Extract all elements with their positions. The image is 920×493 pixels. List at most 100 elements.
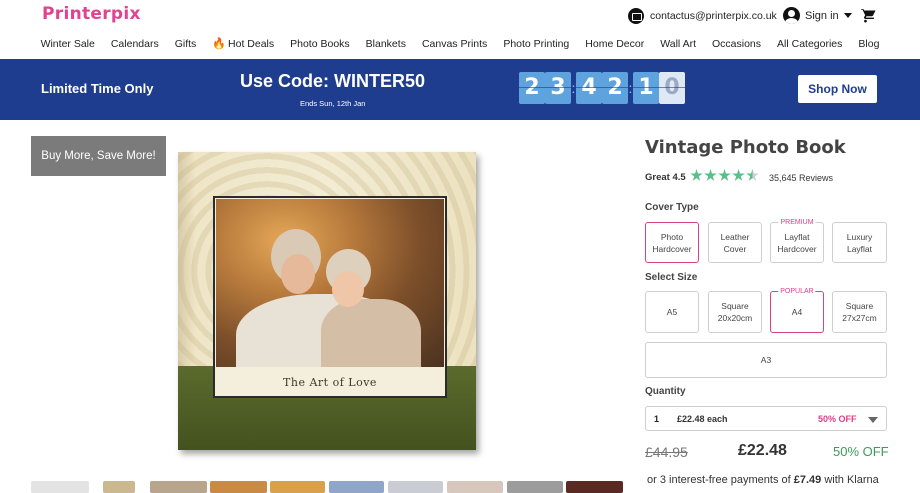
option-line1: A5 [666,307,678,317]
size-option-a3[interactable]: A3 [645,342,887,378]
nav-calendars[interactable]: Calendars [103,33,167,55]
chevron-down-icon [868,417,878,423]
quantity-discount: 50% OFF [818,414,857,424]
option-line2: Hardcover [652,243,692,254]
cover-type-label: Cover Type [645,202,699,213]
each-price: £22.48 each [677,414,728,424]
option-line1: Luxury [846,231,873,242]
thumbnail[interactable] [388,481,443,493]
option-line1: A4 [791,307,803,317]
option-line1: A3 [760,355,772,365]
option-line1: Leather [720,231,750,242]
thumbnail[interactable] [329,481,384,493]
option-line1: Square [721,301,749,311]
cover-photo-face [281,254,315,294]
shop-now-button[interactable]: Shop Now [798,75,877,103]
option-text: Square 20x20cm [718,300,753,324]
thumbnail[interactable] [150,481,207,493]
option-line2: 20x20cm [717,313,753,323]
nav-gifts[interactable]: Gifts [167,33,205,55]
chevron-down-icon [843,13,852,18]
option-line2: Layflat [846,243,873,254]
klarna-info: or 3 interest-free payments of £7.49 wit… [647,474,887,486]
banner-code: Use Code: WINTER50 [240,71,426,91]
cover-photo [216,199,444,367]
review-count[interactable]: 35,645 Reviews [769,173,833,183]
quantity-select[interactable]: 1 £22.48 each 50% OFF [645,406,887,431]
new-price: £22.48 [738,442,787,459]
nav-occasions[interactable]: Occasions [704,33,769,55]
popular-badge: POPULAR [778,286,816,298]
option-text: Square 27x27cm [842,300,877,324]
nav-blog[interactable]: Blog [850,33,887,55]
nav-home-decor[interactable]: Home Decor [577,33,652,55]
quantity-label: Quantity [645,386,686,397]
nav-photo-printing[interactable]: Photo Printing [495,33,577,55]
countdown-digit: 4 [576,72,602,104]
nav-wall-art[interactable]: Wall Art [652,33,704,55]
old-price: £44.95 [645,444,688,460]
cover-option-layflat[interactable]: PREMIUM Layflat Hardcover [770,217,824,263]
logo[interactable]: Printerpix [42,4,141,24]
nav-hot-deals[interactable]: 🔥 Hot Deals [204,33,282,55]
option-line1: Square [845,301,874,311]
star-icon [732,169,745,181]
option-line2: 27x27cm [842,313,877,323]
thumbnail[interactable] [447,481,503,493]
star-icon [690,169,703,181]
thumbnail[interactable] [31,481,89,493]
option-text: Luxury Layflat [847,231,873,255]
fire-icon: 🔥 [212,38,227,50]
nav-photo-books[interactable]: Photo Books [282,33,358,55]
star-half-icon [746,169,759,181]
star-icon [704,169,717,181]
nav-blankets[interactable]: Blankets [358,33,414,55]
option-text: Layflat Hardcover [777,231,816,255]
klarna-with[interactable]: with Klarna [824,474,878,486]
signin-button[interactable]: Sign in [783,7,852,24]
klarna-text: or 3 interest-free payments of [647,474,791,486]
thumbnail[interactable] [210,481,267,493]
klarna-amount: £7.49 [793,474,822,486]
buy-more-badge[interactable]: Buy More, Save More! [31,136,166,176]
size-option-square-20[interactable]: Square 20x20cm [708,291,762,333]
banner-limited: Limited Time Only [41,81,154,96]
user-icon [783,7,800,24]
nav-all-categories[interactable]: All Categories [769,33,850,55]
main-nav: Winter Sale Calendars Gifts 🔥 Hot Deals P… [0,33,920,55]
option-line2: Hardcover [777,243,817,254]
countdown-digit: 1 [633,72,659,104]
countdown-digit: 2 [602,72,628,104]
cover-option-luxury-layflat[interactable]: Luxury Layflat [832,222,887,263]
cover-option-photo-hardcover[interactable]: Photo Hardcover [645,222,699,263]
option-text: Leather Cover [721,231,750,255]
option-line1: Layflat [784,231,810,242]
thumbnail[interactable] [270,481,325,493]
size-option-square-27[interactable]: Square 27x27cm [832,291,887,333]
option-text: Photo Hardcover [652,231,691,255]
option-line1: Photo [660,231,684,242]
promo-banner: Limited Time Only Use Code: WINTER50 End… [0,59,920,120]
size-option-a5[interactable]: A5 [645,291,699,333]
thumbnail[interactable] [507,481,563,493]
cover-photo-coat-child [321,299,421,367]
quantity-value: 1 [654,414,660,424]
cover-option-leather[interactable]: Leather Cover [708,222,762,263]
top-bar: Printerpix contactus@printerpix.co.uk Si… [0,0,920,32]
thumbnail[interactable] [103,481,135,493]
premium-badge: PREMIUM [778,217,816,229]
size-label: Select Size [645,272,698,283]
discount-percent: 50% OFF [833,444,889,459]
rating-label: Great 4.5 [645,172,686,183]
thumbnail[interactable] [566,481,623,493]
size-option-a4[interactable]: POPULAR A4 [770,286,824,333]
option-line2: Cover [723,243,747,254]
contact-link[interactable]: contactus@printerpix.co.uk [628,8,777,24]
cart-icon[interactable] [860,7,878,24]
product-image[interactable]: The Art of Love [178,152,476,450]
nav-winter-sale[interactable]: Winter Sale [33,33,103,55]
nav-canvas-prints[interactable]: Canvas Prints [414,33,495,55]
cover-caption: The Art of Love [283,376,377,389]
countdown-digit: 0 [659,72,685,104]
nav-hot-deals-label: Hot Deals [228,38,275,50]
